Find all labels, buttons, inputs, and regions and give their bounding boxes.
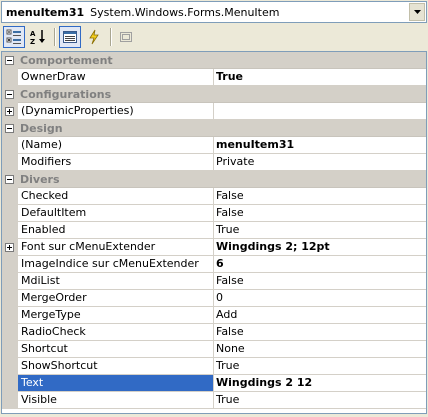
property-value[interactable]: False <box>214 188 426 205</box>
property-row[interactable]: Enabled True <box>2 222 426 239</box>
expand-icon[interactable] <box>5 243 14 252</box>
collapse-icon[interactable] <box>5 175 14 184</box>
property-value[interactable]: True <box>214 392 426 409</box>
property-row-selected[interactable]: Text Wingdings 2 12 <box>2 375 426 392</box>
property-row[interactable]: OwnerDraw True <box>2 69 426 86</box>
property-value[interactable]: Wingdings 2; 12pt <box>214 239 426 256</box>
property-row[interactable]: ImageIndice sur cMenuExtender 6 <box>2 256 426 273</box>
property-grid: Comportement OwnerDraw True Configuratio… <box>1 51 427 414</box>
property-pages-button[interactable] <box>115 26 137 48</box>
property-name: RadioCheck <box>18 324 214 341</box>
property-row[interactable]: Shortcut None <box>2 341 426 358</box>
category-label: Comportement <box>18 52 426 69</box>
property-value[interactable]: False <box>214 205 426 222</box>
property-value[interactable]: Add <box>214 307 426 324</box>
collapse-icon[interactable] <box>5 124 14 133</box>
svg-text:A: A <box>30 30 36 38</box>
svg-text:Z: Z <box>30 38 35 45</box>
property-row[interactable]: Checked False <box>2 188 426 205</box>
property-name: (DynamicProperties) <box>18 103 214 120</box>
object-type: System.Windows.Forms.MenuItem <box>90 5 280 19</box>
property-name: DefaultItem <box>18 205 214 222</box>
property-toolbar: A Z <box>0 24 428 49</box>
events-icon <box>89 29 99 44</box>
property-name: Font sur cMenuExtender <box>18 239 214 256</box>
collapse-icon[interactable] <box>5 90 14 99</box>
property-value[interactable]: menuItem31 <box>214 137 426 154</box>
alphabetical-button[interactable]: A Z <box>27 26 49 48</box>
dropdown-button[interactable] <box>409 3 425 21</box>
categorized-icon <box>6 29 21 44</box>
categorized-button[interactable] <box>3 25 25 48</box>
property-name: MdiList <box>18 273 214 290</box>
property-row[interactable]: MdiList False <box>2 273 426 290</box>
category-label: Configurations <box>18 86 426 103</box>
property-row[interactable]: (Name) menuItem31 <box>2 137 426 154</box>
property-value[interactable]: 0 <box>214 290 426 307</box>
property-name: ShowShortcut <box>18 358 214 375</box>
property-name: (Name) <box>18 137 214 154</box>
property-row[interactable]: Visible True <box>2 392 426 409</box>
property-name: OwnerDraw <box>18 69 214 86</box>
category-row[interactable]: Comportement <box>2 52 426 69</box>
property-name: Modifiers <box>18 154 214 171</box>
object-name: menuItem31 <box>6 5 85 19</box>
property-value[interactable]: 6 <box>214 256 426 273</box>
events-button[interactable] <box>83 26 105 48</box>
toolbar-separator <box>54 27 55 46</box>
property-row[interactable]: ShowShortcut True <box>2 358 426 375</box>
alphabetical-icon: A Z <box>30 29 45 45</box>
property-value[interactable]: True <box>214 358 426 375</box>
property-name: Shortcut <box>18 341 214 358</box>
property-value[interactable]: True <box>214 222 426 239</box>
property-value[interactable]: False <box>214 324 426 341</box>
toolbar-separator <box>110 27 111 46</box>
property-row[interactable]: (DynamicProperties) <box>2 103 426 120</box>
property-row[interactable]: Font sur cMenuExtender Wingdings 2; 12pt <box>2 239 426 256</box>
property-row[interactable]: MergeOrder 0 <box>2 290 426 307</box>
property-row[interactable]: DefaultItem False <box>2 205 426 222</box>
category-row[interactable]: Divers <box>2 171 426 188</box>
property-name: Enabled <box>18 222 214 239</box>
property-row[interactable]: RadioCheck False <box>2 324 426 341</box>
category-label: Divers <box>18 171 426 188</box>
expand-icon[interactable] <box>5 107 14 116</box>
property-value[interactable]: None <box>214 341 426 358</box>
category-label: Design <box>18 120 426 137</box>
property-name: MergeOrder <box>18 290 214 307</box>
property-value[interactable] <box>214 103 426 120</box>
property-value[interactable]: Wingdings 2 12 <box>214 375 426 392</box>
property-value[interactable]: Private <box>214 154 426 171</box>
object-selector[interactable]: menuItem31 System.Windows.Forms.MenuItem <box>1 1 427 23</box>
object-selector-text: menuItem31 System.Windows.Forms.MenuItem <box>2 6 409 19</box>
property-name: Checked <box>18 188 214 205</box>
category-row[interactable]: Configurations <box>2 86 426 103</box>
property-name: MergeType <box>18 307 214 324</box>
property-name: Text <box>18 375 214 392</box>
category-row[interactable]: Design <box>2 120 426 137</box>
property-name: ImageIndice sur cMenuExtender <box>18 256 214 273</box>
property-value[interactable]: False <box>214 273 426 290</box>
property-name: Visible <box>18 392 214 409</box>
property-value[interactable]: True <box>214 69 426 86</box>
collapse-icon[interactable] <box>5 56 14 65</box>
property-row[interactable]: MergeType Add <box>2 307 426 324</box>
property-pages-icon <box>120 31 132 42</box>
chevron-down-icon <box>413 10 421 14</box>
properties-button[interactable] <box>59 25 81 48</box>
properties-icon <box>63 30 77 43</box>
property-row[interactable]: Modifiers Private <box>2 154 426 171</box>
